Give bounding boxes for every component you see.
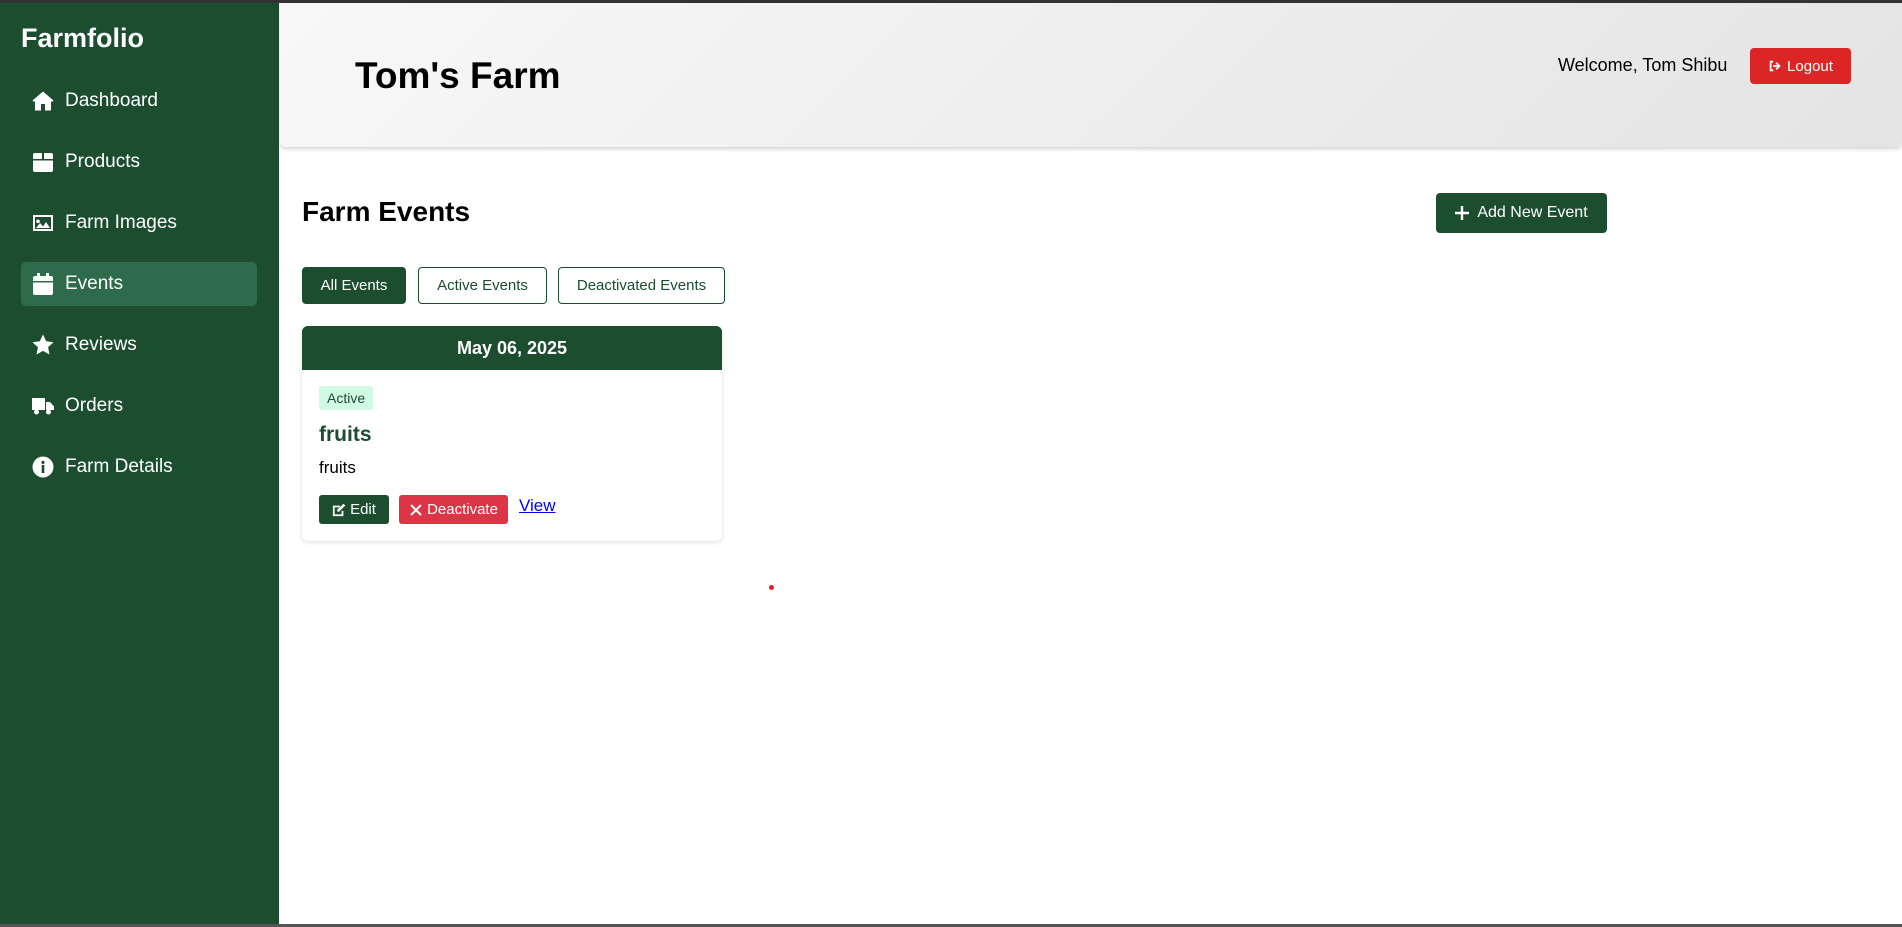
sidebar-item-label: Dashboard — [65, 90, 158, 111]
view-event-link[interactable]: View — [519, 496, 556, 516]
add-event-label: Add New Event — [1477, 204, 1588, 221]
logout-label: Logout — [1787, 57, 1833, 75]
sidebar: Farmfolio Dashboard Products Farm Images… — [0, 3, 279, 924]
image-icon — [31, 211, 55, 235]
info-icon — [31, 455, 55, 479]
edit-label: Edit — [350, 501, 376, 518]
add-event-button[interactable]: Add New Event — [1436, 193, 1607, 233]
event-description: fruits — [319, 458, 356, 477]
sidebar-item-farm-details[interactable]: Farm Details — [21, 445, 257, 489]
calendar-icon — [31, 272, 55, 296]
close-icon — [410, 503, 422, 516]
edit-icon — [332, 503, 346, 516]
event-card: May 06, 2025 Active fruits fruits Edit D… — [302, 326, 722, 541]
sign-out-icon — [1769, 60, 1781, 72]
star-icon — [31, 333, 55, 357]
sidebar-item-label: Orders — [65, 395, 124, 416]
status-badge: Active — [319, 386, 374, 410]
welcome-text: Welcome, Tom Shibu — [1558, 55, 1728, 75]
sidebar-item-products[interactable]: Products — [21, 140, 257, 184]
farm-title: Tom's Farm — [355, 55, 561, 96]
sidebar-item-dashboard[interactable]: Dashboard — [21, 79, 257, 123]
logout-button[interactable]: Logout — [1750, 48, 1851, 84]
sidebar-item-events[interactable]: Events — [21, 262, 257, 306]
sidebar-item-orders[interactable]: Orders — [21, 384, 257, 428]
filter-deactivated-events[interactable]: Deactivated Events — [558, 267, 725, 304]
cursor-marker — [769, 585, 774, 590]
filter-all-events[interactable]: All Events — [302, 267, 406, 304]
sidebar-item-label: Farm Images — [65, 212, 177, 233]
home-icon — [31, 89, 55, 113]
filter-active-events[interactable]: Active Events — [418, 267, 547, 304]
truck-icon — [31, 394, 55, 418]
sidebar-item-farm-images[interactable]: Farm Images — [21, 201, 257, 245]
sidebar-item-label: Farm Details — [65, 456, 173, 477]
sidebar-item-label: Products — [65, 151, 140, 172]
event-date: May 06, 2025 — [302, 326, 722, 370]
plus-icon — [1455, 206, 1470, 220]
page-title: Farm Events — [302, 196, 471, 227]
deactivate-label: Deactivate — [427, 501, 498, 518]
sidebar-nav: Dashboard Products Farm Images Events Re… — [21, 79, 257, 506]
sidebar-item-label: Reviews — [65, 334, 137, 355]
sidebar-item-reviews[interactable]: Reviews — [21, 323, 257, 367]
box-icon — [31, 150, 55, 174]
deactivate-event-button[interactable]: Deactivate — [399, 495, 508, 524]
brand-logo[interactable]: Farmfolio — [21, 23, 144, 54]
event-title: fruits — [319, 423, 372, 446]
page-header: Tom's Farm Welcome, Tom Shibu Logout — [280, 3, 1902, 147]
sidebar-item-label: Events — [65, 273, 124, 294]
edit-event-button[interactable]: Edit — [319, 495, 389, 524]
